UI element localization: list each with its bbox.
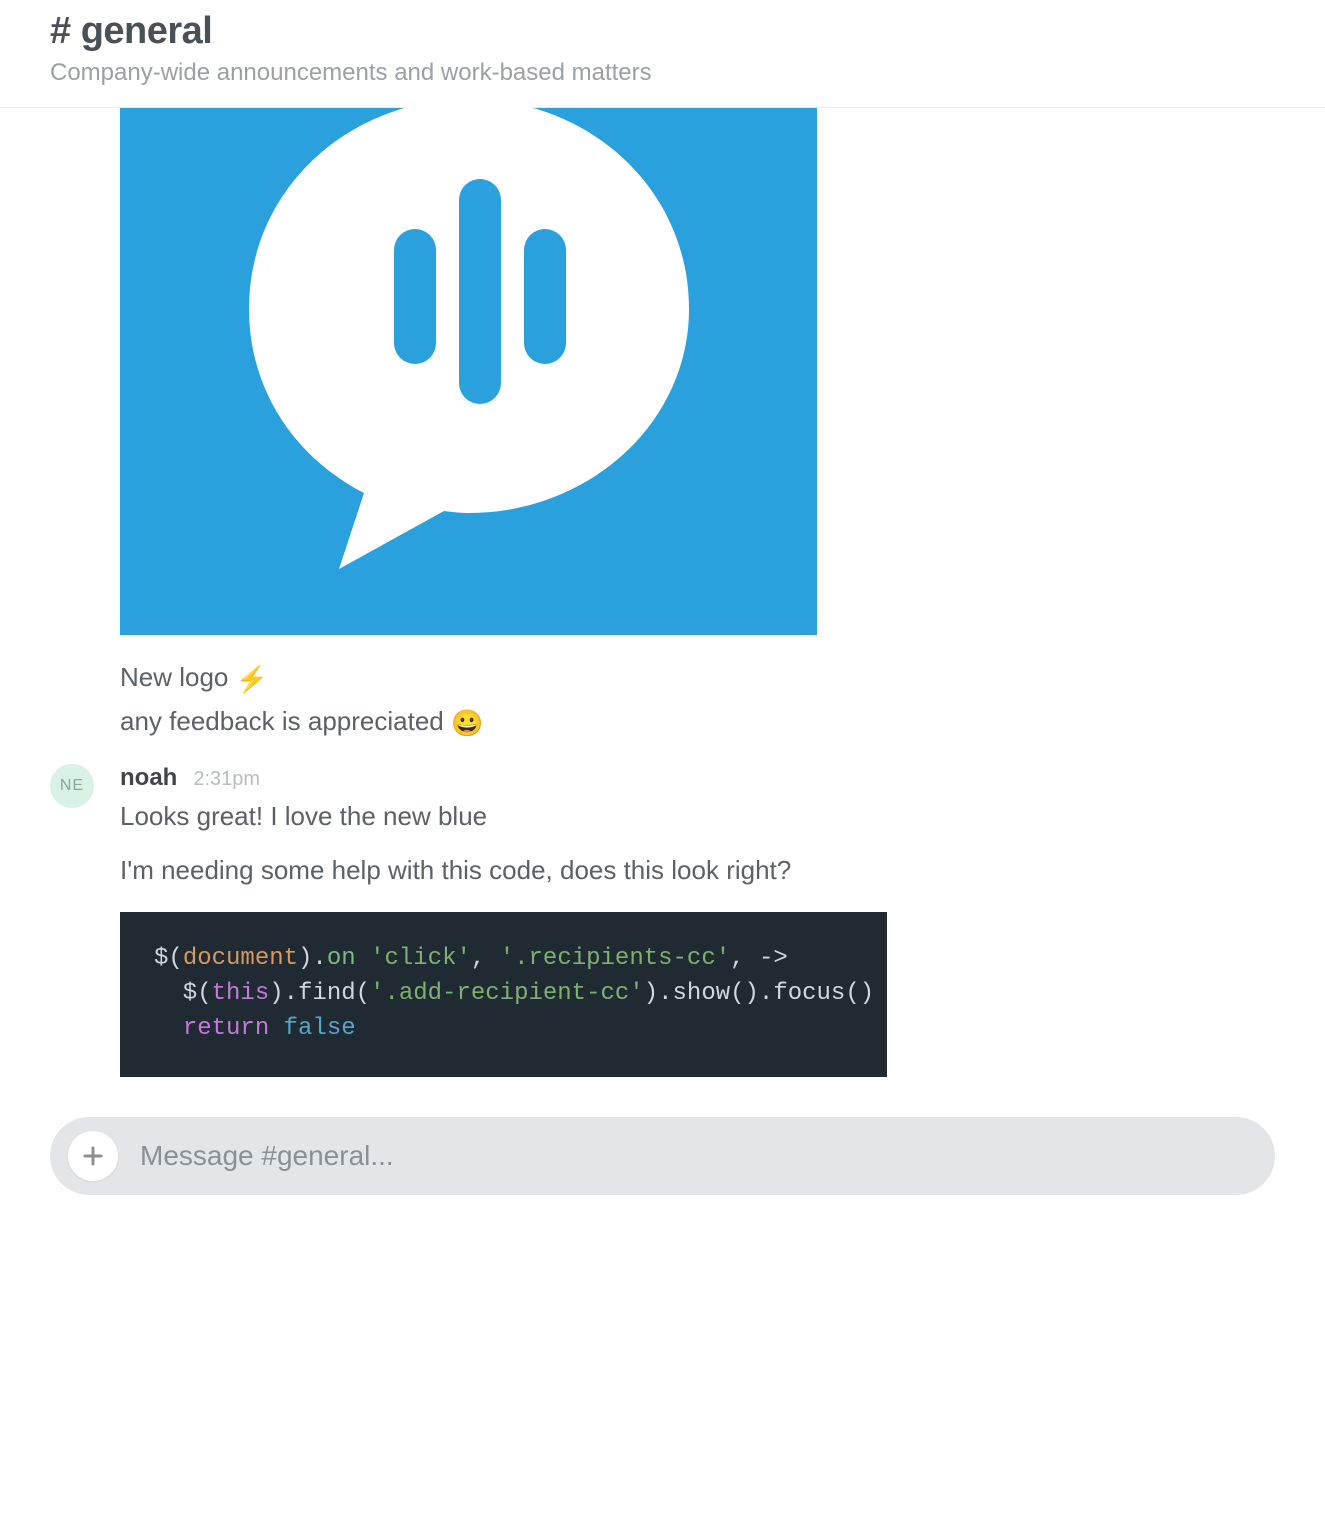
message: New logo ⚡ any feedback is appreciated 😀 [50,108,1275,744]
message-text: Looks great! I love the new blue [120,796,1275,836]
code-token: document [183,945,298,972]
code-token: on [327,945,356,972]
code-token [154,1015,183,1042]
code-token: '.recipients-cc' [500,945,730,972]
code-token [356,945,370,972]
code-token: '.add-recipient-cc' [370,980,644,1007]
code-token: -> [759,945,788,972]
channel-name[interactable]: # general [50,10,1325,53]
text-fragment: New logo [120,662,236,692]
message-composer[interactable] [50,1117,1275,1195]
code-token: false [284,1015,356,1042]
message-input[interactable] [140,1140,1245,1172]
message-author[interactable]: noah [120,764,177,792]
chat-bubble-logo-icon [209,59,729,579]
code-token: ).show().focus() [644,980,874,1007]
message-text: I'm needing some help with this code, do… [120,850,1275,890]
message-text: any feedback is appreciated 😀 [120,701,1275,743]
code-token: ).find( [269,980,370,1007]
message-list: New logo ⚡ any feedback is appreciated 😀… [0,108,1325,1077]
grinning-emoji-icon: 😀 [451,703,483,743]
message: NE noah 2:31pm Looks great! I love the n… [50,764,1275,1077]
code-token: $( [154,945,183,972]
code-token: this [212,980,270,1007]
attach-button[interactable] [68,1131,118,1181]
code-token: , [471,945,500,972]
code-token: $( [154,980,212,1007]
text-fragment: any feedback is appreciated [120,706,451,736]
avatar-initials: NE [60,777,84,795]
attachment-image[interactable] [120,108,817,635]
message-timestamp: 2:31pm [193,768,260,791]
code-token: , [730,945,759,972]
plus-icon [82,1145,104,1167]
avatar[interactable]: NE [50,764,94,808]
code-token: ). [298,945,327,972]
code-block[interactable]: $(document).on 'click', '.recipients-cc'… [120,912,887,1076]
code-token: return [183,1015,269,1042]
message-text: New logo ⚡ [120,657,1275,699]
code-token: 'click' [370,945,471,972]
zap-emoji-icon: ⚡ [236,659,268,699]
composer-area [0,1077,1325,1255]
message-header: noah 2:31pm [120,764,1275,792]
code-token [269,1015,283,1042]
